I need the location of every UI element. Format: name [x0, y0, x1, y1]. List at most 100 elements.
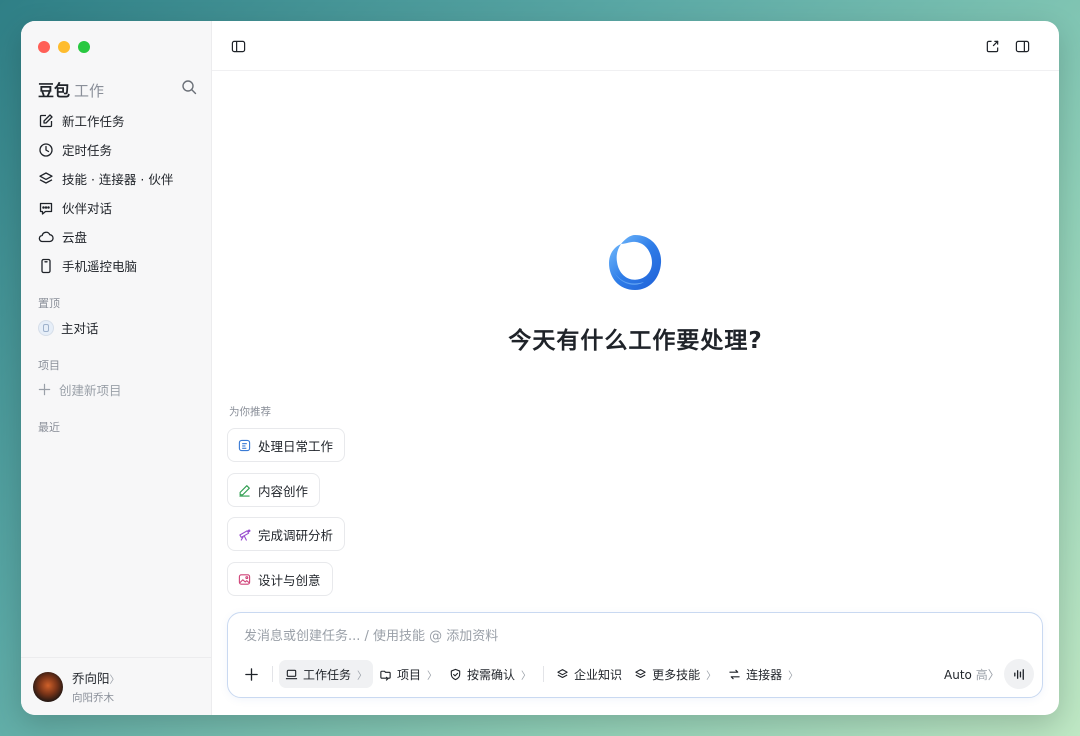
sidebar-item-partner-chat[interactable]: 伙伴对话	[31, 193, 203, 222]
sidebar-item-label: 新工作任务	[62, 114, 125, 129]
laptop-icon	[285, 669, 298, 679]
attach-button[interactable]	[236, 660, 266, 688]
sidebar-item-main-chat[interactable]: 主对话	[38, 318, 99, 337]
tool-label: 连接器	[746, 667, 783, 682]
recommend-daily-work-button[interactable]: 处理日常工作	[227, 428, 346, 462]
chat-icon	[39, 202, 53, 215]
more-skills-button[interactable]: 更多技能〉	[628, 660, 722, 688]
user-name: 乔向阳	[72, 671, 110, 686]
work-task-mode-button[interactable]: 工作任务〉	[279, 660, 374, 688]
toggle-right-panel-icon[interactable]	[1013, 37, 1031, 55]
clock-icon	[39, 142, 53, 157]
brand-name: 豆包	[38, 81, 71, 100]
pen-icon	[239, 484, 250, 497]
recommend-research-button[interactable]: 完成调研分析	[227, 517, 346, 551]
shield-check-icon	[450, 668, 461, 680]
layers-icon	[635, 668, 646, 678]
recommend-content-creation-button[interactable]: 内容创作	[227, 473, 321, 507]
message-composer: 工作任务〉 项目〉 按需确认〉 企业知识 更多技能〉	[227, 612, 1043, 698]
connectors-button[interactable]: 连接器〉	[722, 660, 804, 688]
chevron-right-icon: 〉	[109, 675, 120, 686]
toolbar-divider	[272, 666, 273, 682]
chevron-right-icon: 〉	[521, 670, 532, 682]
sidebar-item-label: 技能 · 连接器 · 伙伴	[62, 172, 174, 187]
recommend-label-text: 完成调研分析	[258, 527, 334, 543]
top-bar	[212, 21, 1059, 71]
window-controls	[38, 41, 90, 53]
connector-icon	[729, 669, 740, 679]
recommend-label-text: 设计与创意	[258, 572, 321, 588]
plus-icon	[244, 667, 258, 681]
sidebar-item-phone-remote[interactable]: 手机遥控电脑	[31, 251, 203, 280]
tool-label: 企业知识	[574, 667, 623, 682]
plus-icon	[38, 383, 51, 396]
new-chat-icon[interactable]	[983, 37, 1001, 55]
close-window-button[interactable]	[38, 41, 50, 53]
maximize-window-button[interactable]	[78, 41, 90, 53]
tool-label: 按需确认	[467, 667, 516, 682]
model-name: Auto	[944, 668, 972, 682]
sidebar-item-label: 手机遥控电脑	[62, 259, 138, 274]
toolbar-divider	[543, 666, 545, 682]
voice-input-button[interactable]	[1004, 659, 1034, 689]
composer-toolbar: 工作任务〉 项目〉 按需确认〉 企业知识 更多技能〉 连接器 〉	[236, 659, 804, 689]
sidebar-item-cloud[interactable]: 云盘	[31, 222, 203, 251]
edit-icon	[39, 113, 53, 127]
doubao-logo-icon	[606, 232, 664, 294]
list-icon	[238, 439, 251, 451]
user-info: 乔向阳〉 向阳乔木	[72, 668, 120, 705]
avatar[interactable]	[33, 671, 63, 702]
telescope-icon	[239, 528, 251, 541]
create-project-label: 创建新项目	[59, 383, 122, 398]
user-profile[interactable]: 乔向阳〉 向阳乔木	[21, 657, 211, 715]
layers-icon	[39, 171, 53, 184]
sidebar-item-label: 定时任务	[62, 143, 113, 158]
toggle-sidebar-icon[interactable]	[229, 37, 247, 55]
projects-section-label: 项目	[38, 359, 60, 372]
message-input[interactable]	[244, 625, 1004, 647]
recommend-label-text: 处理日常工作	[258, 438, 334, 454]
sidebar-item-label: 主对话	[61, 321, 99, 336]
sidebar-item-label: 伙伴对话	[62, 201, 113, 216]
tool-label: 更多技能	[652, 667, 701, 682]
chevron-right-icon: 〉	[788, 670, 799, 682]
layers-icon	[557, 668, 568, 678]
waveform-icon	[1013, 668, 1024, 680]
chevron-right-icon: 〉	[357, 670, 368, 682]
sidebar-item-skills[interactable]: 技能 · 连接器 · 伙伴	[31, 164, 203, 193]
app-brand: 豆包 工作	[38, 77, 104, 101]
brand-subtitle: 工作	[74, 82, 105, 100]
sidebar-nav: 新工作任务 定时任务 技能 · 连接器 · 伙伴 伙伴对话 云盘 手机遥控电脑	[31, 106, 203, 280]
model-level: 高	[975, 668, 988, 682]
model-select-button[interactable]: Auto 高〉	[944, 666, 1000, 683]
pinned-section-label: 置顶	[38, 297, 60, 310]
confirm-mode-button[interactable]: 按需确认〉	[443, 660, 537, 688]
enterprise-knowledge-button[interactable]: 企业知识	[550, 660, 628, 688]
recommend-design-button[interactable]: 设计与创意	[227, 562, 333, 596]
page-title: 今天有什么工作要处理?	[508, 328, 763, 354]
tool-label: 项目	[397, 667, 422, 682]
create-project-button[interactable]: 创建新项目	[38, 380, 122, 399]
tool-label: 工作任务	[303, 667, 352, 682]
user-handle: 向阳乔木	[72, 692, 114, 704]
phone-icon	[41, 258, 51, 273]
main-panel: 今天有什么工作要处理? 为你推荐 处理日常工作 内容创作 完成调研分析 设计与创…	[212, 21, 1059, 715]
sidebar-item-label: 云盘	[62, 230, 88, 245]
chevron-right-icon: 〉	[427, 670, 438, 682]
recommend-label: 为你推荐	[229, 406, 271, 418]
chevron-right-icon: 〉	[987, 668, 1000, 682]
project-select-button[interactable]: 项目〉	[373, 660, 443, 688]
sidebar-item-scheduled[interactable]: 定时任务	[31, 135, 203, 164]
chat-avatar-icon	[38, 319, 54, 336]
app-window: 豆包 工作 新工作任务 定时任务 技能 · 连接器 · 伙伴 伙伴对话 云盘 手…	[21, 21, 1059, 715]
image-icon	[238, 573, 251, 585]
cloud-icon	[38, 231, 54, 242]
sidebar: 豆包 工作 新工作任务 定时任务 技能 · 连接器 · 伙伴 伙伴对话 云盘 手…	[21, 21, 212, 715]
recommend-label-text: 内容创作	[258, 483, 309, 499]
folder-sync-icon	[380, 670, 391, 681]
sidebar-item-new-task[interactable]: 新工作任务	[31, 106, 203, 135]
search-icon[interactable]	[181, 79, 197, 95]
minimize-window-button[interactable]	[58, 41, 70, 53]
recent-section-label: 最近	[38, 421, 60, 434]
chevron-right-icon: 〉	[706, 670, 717, 682]
